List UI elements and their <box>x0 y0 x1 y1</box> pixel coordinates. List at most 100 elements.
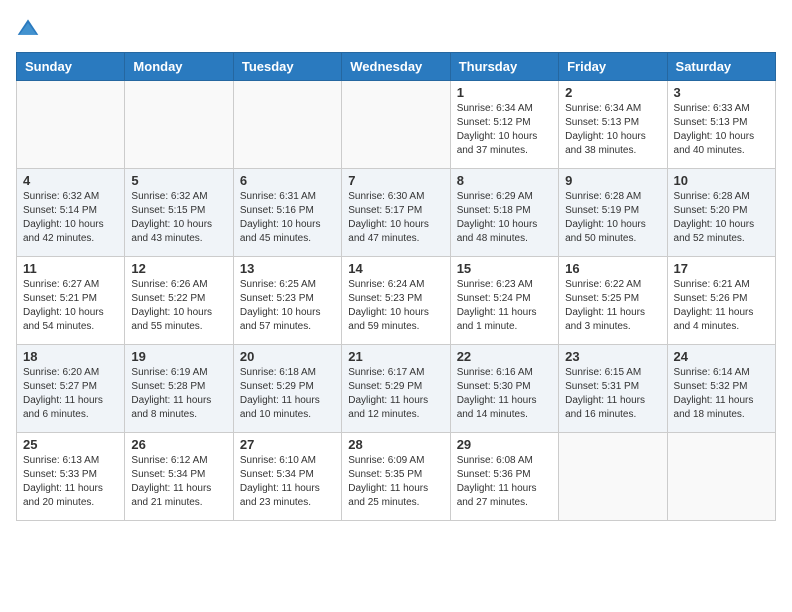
calendar-cell <box>342 81 450 169</box>
day-number: 18 <box>23 349 118 364</box>
calendar-cell: 8 Sunrise: 6:29 AM Sunset: 5:18 PM Daylig… <box>450 169 558 257</box>
day-info: Sunrise: 6:08 AM Sunset: 5:36 PM Dayligh… <box>457 454 552 510</box>
calendar-week-1: 1 Sunrise: 6:34 AM Sunset: 5:12 PM Daylig… <box>17 81 776 169</box>
day-info: Sunrise: 6:22 AM Sunset: 5:25 PM Dayligh… <box>565 278 660 334</box>
day-info: Sunrise: 6:09 AM Sunset: 5:35 PM Dayligh… <box>348 454 443 510</box>
calendar-cell: 22 Sunrise: 6:16 AM Sunset: 5:30 PM Dayli… <box>450 345 558 433</box>
calendar-cell: 5 Sunrise: 6:32 AM Sunset: 5:15 PM Daylig… <box>125 169 233 257</box>
day-info: Sunrise: 6:10 AM Sunset: 5:34 PM Dayligh… <box>240 454 335 510</box>
col-header-monday: Monday <box>125 53 233 81</box>
day-info: Sunrise: 6:28 AM Sunset: 5:19 PM Dayligh… <box>565 190 660 246</box>
calendar-header-row: SundayMondayTuesdayWednesdayThursdayFrid… <box>17 53 776 81</box>
calendar-cell: 16 Sunrise: 6:22 AM Sunset: 5:25 PM Dayli… <box>559 257 667 345</box>
calendar-cell: 26 Sunrise: 6:12 AM Sunset: 5:34 PM Dayli… <box>125 433 233 521</box>
day-number: 23 <box>565 349 660 364</box>
day-number: 7 <box>348 173 443 188</box>
calendar-cell: 13 Sunrise: 6:25 AM Sunset: 5:23 PM Dayli… <box>233 257 341 345</box>
col-header-saturday: Saturday <box>667 53 775 81</box>
day-info: Sunrise: 6:32 AM Sunset: 5:14 PM Dayligh… <box>23 190 118 246</box>
day-number: 6 <box>240 173 335 188</box>
calendar-cell: 20 Sunrise: 6:18 AM Sunset: 5:29 PM Dayli… <box>233 345 341 433</box>
calendar-week-3: 11 Sunrise: 6:27 AM Sunset: 5:21 PM Dayli… <box>17 257 776 345</box>
calendar-cell <box>17 81 125 169</box>
logo-icon <box>16 16 40 40</box>
day-number: 21 <box>348 349 443 364</box>
calendar-cell <box>125 81 233 169</box>
day-number: 13 <box>240 261 335 276</box>
col-header-friday: Friday <box>559 53 667 81</box>
day-number: 20 <box>240 349 335 364</box>
calendar-cell: 23 Sunrise: 6:15 AM Sunset: 5:31 PM Dayli… <box>559 345 667 433</box>
day-number: 29 <box>457 437 552 452</box>
day-info: Sunrise: 6:13 AM Sunset: 5:33 PM Dayligh… <box>23 454 118 510</box>
calendar-week-5: 25 Sunrise: 6:13 AM Sunset: 5:33 PM Dayli… <box>17 433 776 521</box>
day-info: Sunrise: 6:14 AM Sunset: 5:32 PM Dayligh… <box>674 366 769 422</box>
day-number: 5 <box>131 173 226 188</box>
day-number: 26 <box>131 437 226 452</box>
calendar-cell: 17Sunrise: 6:21 AM Sunset: 5:26 PM Dayli… <box>667 257 775 345</box>
calendar-cell: 21 Sunrise: 6:17 AM Sunset: 5:29 PM Dayli… <box>342 345 450 433</box>
day-info: Sunrise: 6:26 AM Sunset: 5:22 PM Dayligh… <box>131 278 226 334</box>
calendar-cell: 10 Sunrise: 6:28 AM Sunset: 5:20 PM Dayli… <box>667 169 775 257</box>
calendar-cell: 2Sunrise: 6:34 AM Sunset: 5:13 PM Daylig… <box>559 81 667 169</box>
day-number: 24 <box>674 349 769 364</box>
calendar-cell: 27 Sunrise: 6:10 AM Sunset: 5:34 PM Dayli… <box>233 433 341 521</box>
day-info: Sunrise: 6:16 AM Sunset: 5:30 PM Dayligh… <box>457 366 552 422</box>
calendar-cell: 14Sunrise: 6:24 AM Sunset: 5:23 PM Dayli… <box>342 257 450 345</box>
day-number: 15 <box>457 261 552 276</box>
day-number: 12 <box>131 261 226 276</box>
calendar-cell: 29 Sunrise: 6:08 AM Sunset: 5:36 PM Dayli… <box>450 433 558 521</box>
day-info: Sunrise: 6:28 AM Sunset: 5:20 PM Dayligh… <box>674 190 769 246</box>
calendar-week-4: 18Sunrise: 6:20 AM Sunset: 5:27 PM Dayli… <box>17 345 776 433</box>
day-info: Sunrise: 6:21 AM Sunset: 5:26 PM Dayligh… <box>674 278 769 334</box>
day-info: Sunrise: 6:34 AM Sunset: 5:12 PM Dayligh… <box>457 102 552 158</box>
day-info: Sunrise: 6:23 AM Sunset: 5:24 PM Dayligh… <box>457 278 552 334</box>
day-info: Sunrise: 6:29 AM Sunset: 5:18 PM Dayligh… <box>457 190 552 246</box>
day-info: Sunrise: 6:32 AM Sunset: 5:15 PM Dayligh… <box>131 190 226 246</box>
calendar-cell: 6 Sunrise: 6:31 AM Sunset: 5:16 PM Daylig… <box>233 169 341 257</box>
calendar-cell: 11 Sunrise: 6:27 AM Sunset: 5:21 PM Dayli… <box>17 257 125 345</box>
day-number: 14 <box>348 261 443 276</box>
day-number: 25 <box>23 437 118 452</box>
logo <box>16 16 44 40</box>
day-info: Sunrise: 6:15 AM Sunset: 5:31 PM Dayligh… <box>565 366 660 422</box>
col-header-thursday: Thursday <box>450 53 558 81</box>
calendar-cell: 18Sunrise: 6:20 AM Sunset: 5:27 PM Dayli… <box>17 345 125 433</box>
day-info: Sunrise: 6:34 AM Sunset: 5:13 PM Dayligh… <box>565 102 660 158</box>
page-header <box>16 16 776 40</box>
calendar-cell: 25 Sunrise: 6:13 AM Sunset: 5:33 PM Dayli… <box>17 433 125 521</box>
col-header-wednesday: Wednesday <box>342 53 450 81</box>
day-info: Sunrise: 6:19 AM Sunset: 5:28 PM Dayligh… <box>131 366 226 422</box>
calendar-cell: 12 Sunrise: 6:26 AM Sunset: 5:22 PM Dayli… <box>125 257 233 345</box>
day-info: Sunrise: 6:17 AM Sunset: 5:29 PM Dayligh… <box>348 366 443 422</box>
day-number: 1 <box>457 85 552 100</box>
calendar-cell: 15 Sunrise: 6:23 AM Sunset: 5:24 PM Dayli… <box>450 257 558 345</box>
calendar-cell: 4Sunrise: 6:32 AM Sunset: 5:14 PM Daylig… <box>17 169 125 257</box>
calendar-cell <box>233 81 341 169</box>
calendar-cell: 24 Sunrise: 6:14 AM Sunset: 5:32 PM Dayli… <box>667 345 775 433</box>
day-number: 11 <box>23 261 118 276</box>
day-info: Sunrise: 6:27 AM Sunset: 5:21 PM Dayligh… <box>23 278 118 334</box>
calendar-cell: 9 Sunrise: 6:28 AM Sunset: 5:19 PM Daylig… <box>559 169 667 257</box>
day-number: 16 <box>565 261 660 276</box>
col-header-tuesday: Tuesday <box>233 53 341 81</box>
calendar-cell <box>667 433 775 521</box>
calendar-cell: 28 Sunrise: 6:09 AM Sunset: 5:35 PM Dayli… <box>342 433 450 521</box>
day-number: 3 <box>674 85 769 100</box>
calendar-week-2: 4Sunrise: 6:32 AM Sunset: 5:14 PM Daylig… <box>17 169 776 257</box>
day-number: 19 <box>131 349 226 364</box>
calendar-table: SundayMondayTuesdayWednesdayThursdayFrid… <box>16 52 776 521</box>
day-info: Sunrise: 6:31 AM Sunset: 5:16 PM Dayligh… <box>240 190 335 246</box>
day-number: 27 <box>240 437 335 452</box>
day-info: Sunrise: 6:25 AM Sunset: 5:23 PM Dayligh… <box>240 278 335 334</box>
day-number: 10 <box>674 173 769 188</box>
day-info: Sunrise: 6:30 AM Sunset: 5:17 PM Dayligh… <box>348 190 443 246</box>
day-info: Sunrise: 6:18 AM Sunset: 5:29 PM Dayligh… <box>240 366 335 422</box>
day-number: 22 <box>457 349 552 364</box>
col-header-sunday: Sunday <box>17 53 125 81</box>
day-number: 8 <box>457 173 552 188</box>
calendar-cell: 19 Sunrise: 6:19 AM Sunset: 5:28 PM Dayli… <box>125 345 233 433</box>
day-number: 9 <box>565 173 660 188</box>
day-number: 28 <box>348 437 443 452</box>
day-info: Sunrise: 6:12 AM Sunset: 5:34 PM Dayligh… <box>131 454 226 510</box>
